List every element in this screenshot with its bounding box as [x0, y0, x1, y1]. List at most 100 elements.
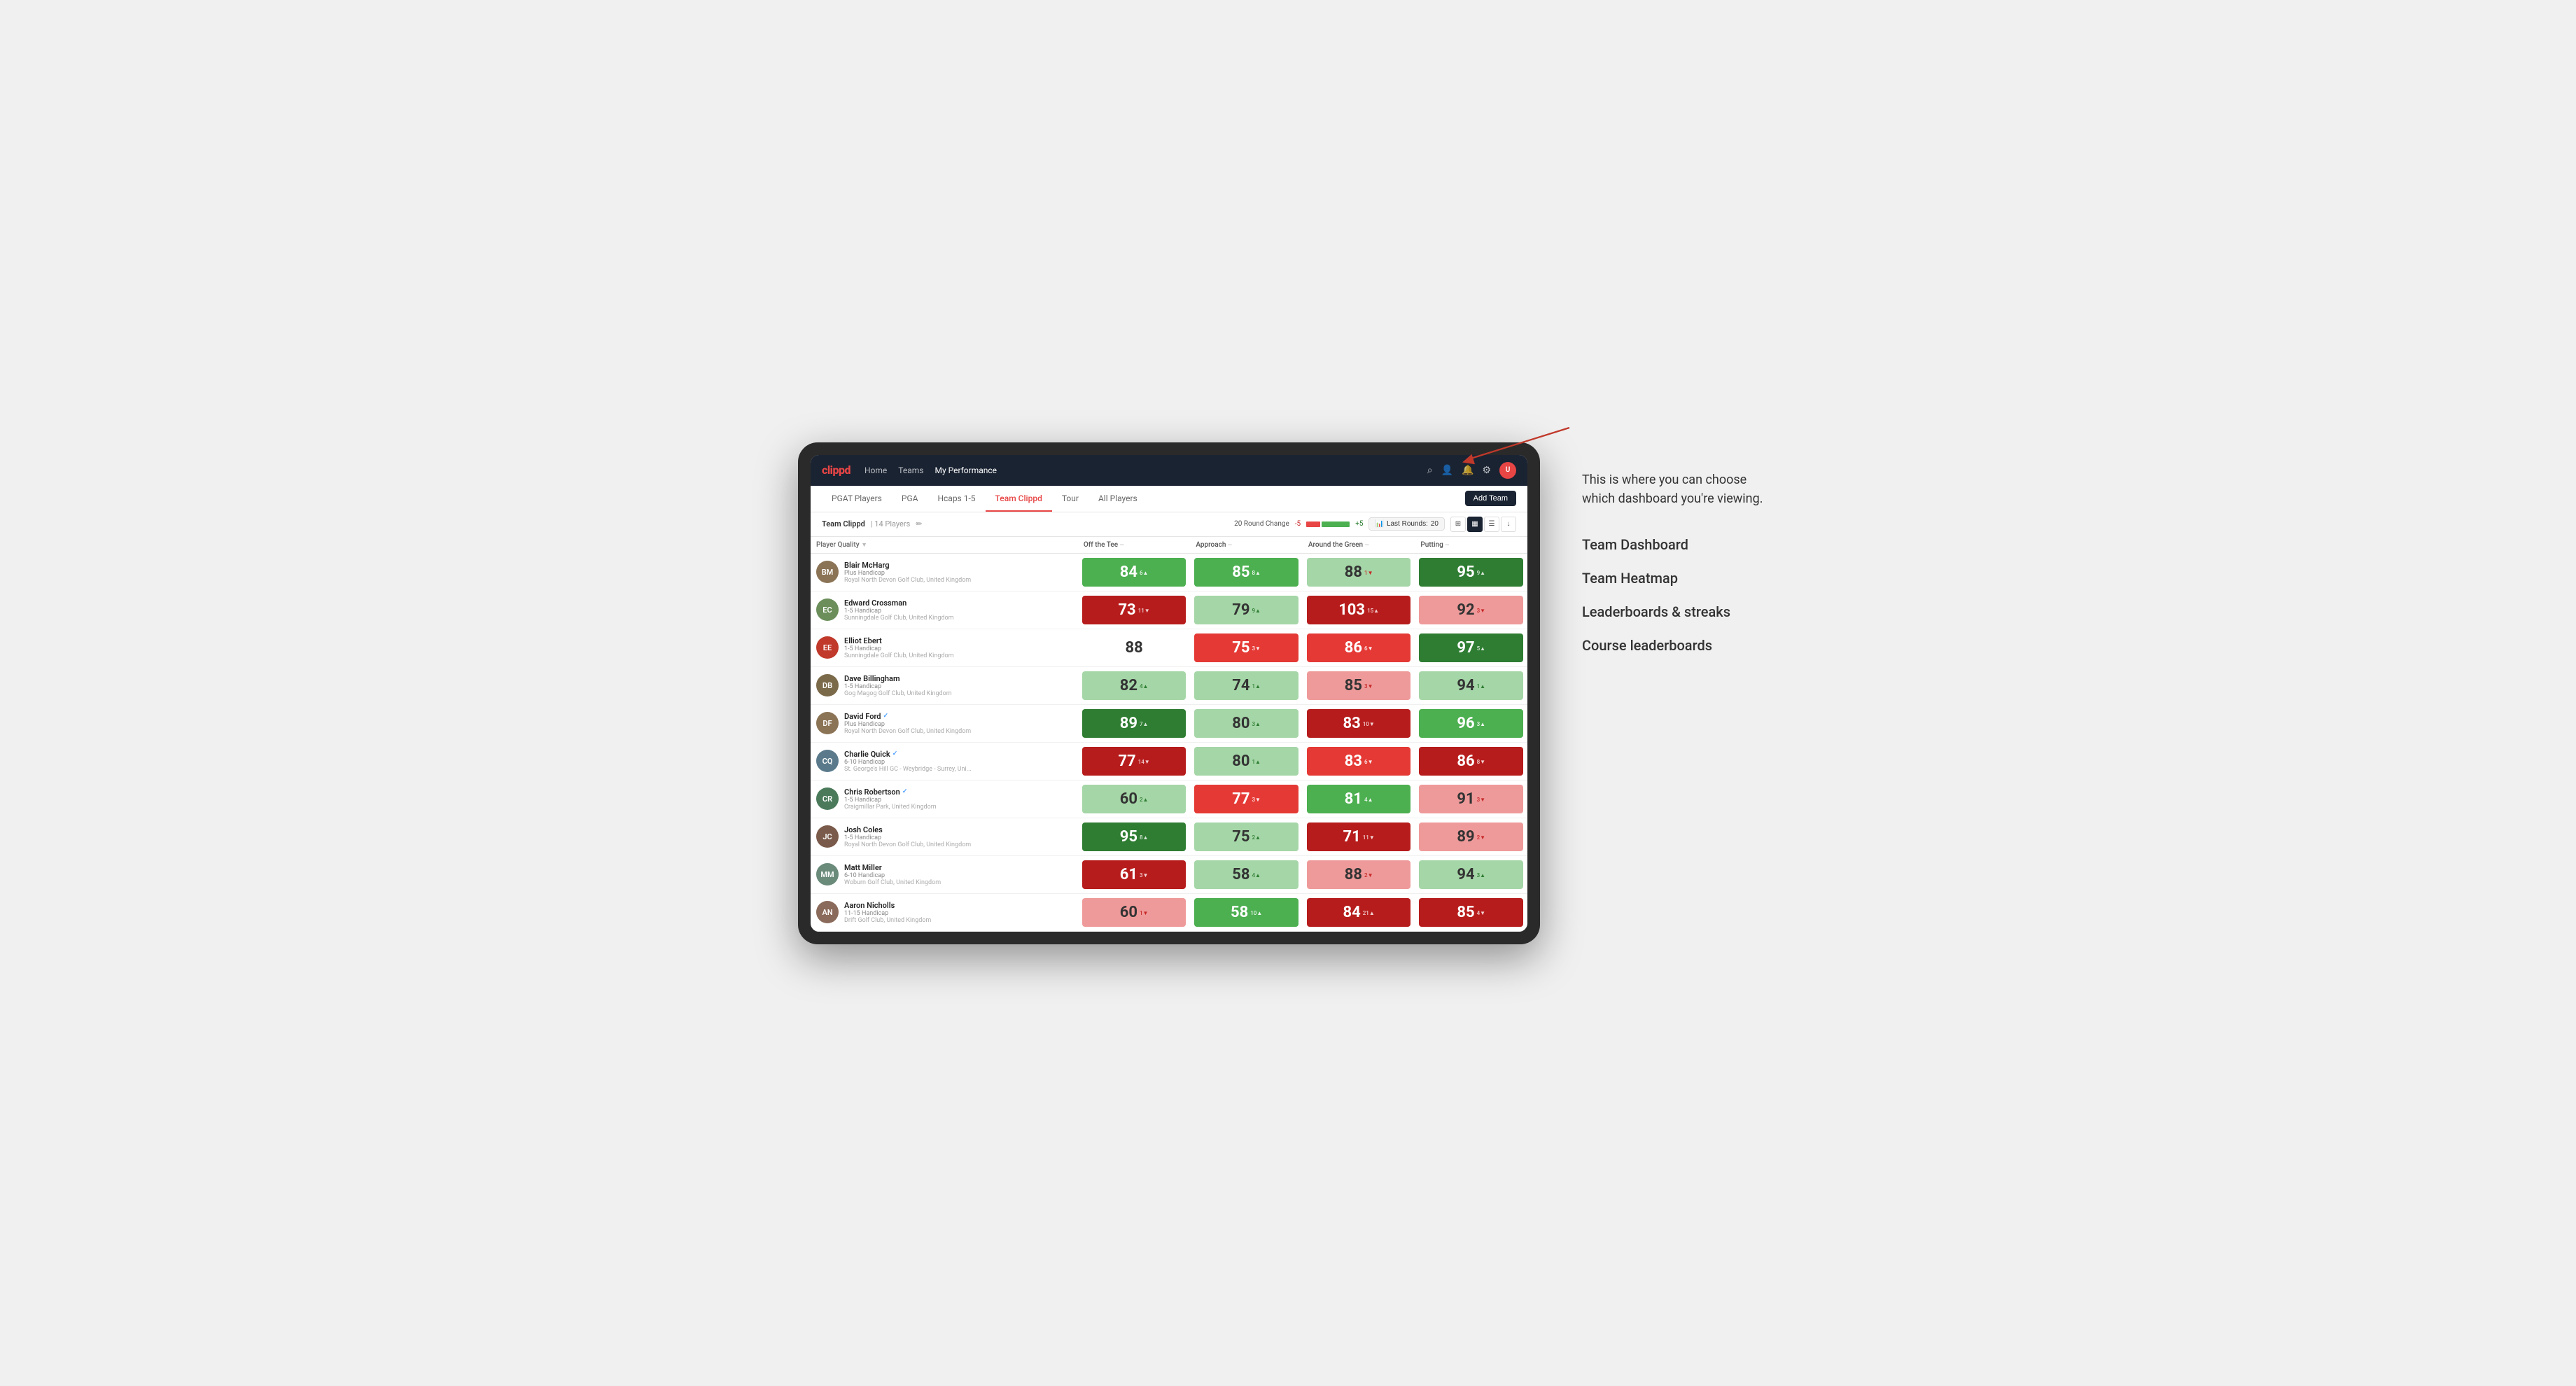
player-handicap: 6-10 Handicap	[844, 759, 972, 766]
player-info-cell[interactable]: CR Chris Robertson ✓ 1-5 Handicap Craigm…	[811, 783, 1078, 815]
score-value: 77	[1118, 752, 1135, 770]
round-change-label: 20 Round Change	[1234, 520, 1289, 528]
search-icon[interactable]: ⌕	[1427, 465, 1433, 476]
score-cell-putting: 96 3▲	[1415, 704, 1527, 742]
navbar-teams[interactable]: Teams	[898, 463, 923, 478]
score-box: 80 1▲	[1194, 747, 1298, 776]
player-info-cell[interactable]: AN Aaron Nicholls 11-15 Handicap Drift G…	[811, 897, 1078, 928]
score-value: 96	[1457, 715, 1474, 732]
view-download-icon[interactable]: ↓	[1501, 517, 1516, 532]
score-cell-approach: 80 3▲	[1190, 704, 1303, 742]
score-cell-putting: 92 3▼	[1415, 591, 1527, 629]
score-box: 58 4▲	[1194, 860, 1298, 889]
score-box: 60 1▼	[1082, 898, 1186, 927]
tab-pgat-players[interactable]: PGAT Players	[822, 486, 892, 512]
score-box: 58 10▲	[1194, 898, 1298, 927]
score-value: 91	[1457, 790, 1474, 808]
player-cell: EE Elliot Ebert 1-5 Handicap Sunningdale…	[811, 629, 1078, 666]
subnav-tabs: PGAT Players PGA Hcaps 1-5 Team Clippd T…	[822, 486, 1465, 511]
tab-hcaps[interactable]: Hcaps 1-5	[927, 486, 985, 512]
score-box: 94 1▲	[1419, 671, 1523, 700]
edit-team-icon[interactable]: ✏	[916, 519, 922, 528]
player-info-cell[interactable]: DF David Ford ✓ Plus Handicap Royal Nort…	[811, 708, 1078, 739]
score-change: 3▼	[1252, 797, 1261, 804]
change-bar	[1306, 522, 1350, 527]
player-avatar: MM	[816, 863, 839, 886]
score-value: 60	[1120, 790, 1138, 808]
add-team-button[interactable]: Add Team	[1465, 491, 1516, 506]
navbar-my-performance[interactable]: My Performance	[934, 463, 997, 478]
player-avatar: EC	[816, 598, 839, 621]
score-value: 83	[1343, 715, 1361, 732]
score-cell-around_green: 84 21▲	[1303, 893, 1415, 931]
view-list-icon[interactable]: ☰	[1484, 517, 1499, 532]
player-info-cell[interactable]: EC Edward Crossman 1-5 Handicap Sunningd…	[811, 594, 1078, 626]
score-value: 85	[1457, 904, 1474, 921]
player-info-cell[interactable]: DB Dave Billingham 1-5 Handicap Gog Mago…	[811, 670, 1078, 701]
score-cell-approach: 74 1▲	[1190, 666, 1303, 704]
score-change: 4▲	[1252, 873, 1261, 879]
view-heatmap-icon[interactable]: ▦	[1467, 517, 1483, 532]
score-change: 1▲	[1477, 684, 1485, 690]
annotation-intro: This is where you can choose which dashb…	[1582, 470, 1778, 508]
score-box: 84 6▲	[1082, 558, 1186, 587]
player-name: Josh Coles	[844, 825, 971, 834]
player-name: Edward Crossman	[844, 598, 953, 608]
score-change: 3▲	[1477, 873, 1485, 879]
tab-all-players[interactable]: All Players	[1088, 486, 1147, 512]
player-handicap: 6-10 Handicap	[844, 872, 941, 879]
score-value: 74	[1232, 677, 1250, 694]
player-info-cell[interactable]: BM Blair McHarg Plus Handicap Royal Nort…	[811, 556, 1078, 588]
col-off-tee: Off the Tee —	[1078, 537, 1191, 554]
score-change: 5▲	[1477, 646, 1485, 652]
score-value: 71	[1343, 828, 1361, 846]
score-cell-off_tee: 88	[1078, 629, 1191, 666]
player-info-cell[interactable]: MM Matt Miller 6-10 Handicap Woburn Golf…	[811, 859, 1078, 890]
player-cell: JC Josh Coles 1-5 Handicap Royal North D…	[811, 818, 1078, 855]
score-box: 75 2▲	[1194, 822, 1298, 851]
last-rounds-button[interactable]: 📊 Last Rounds: 20	[1368, 517, 1445, 531]
user-icon[interactable]: 👤	[1441, 465, 1453, 476]
annotation-panel: This is where you can choose which dashb…	[1582, 442, 1778, 654]
score-change: 7▲	[1140, 722, 1148, 728]
score-cell-off_tee: 60 1▼	[1078, 893, 1191, 931]
score-change: 2▼	[1364, 873, 1373, 879]
tab-team-clippd[interactable]: Team Clippd	[986, 486, 1052, 512]
score-value: 58	[1232, 866, 1250, 883]
score-change: 21▲	[1363, 911, 1375, 917]
score-box: 88 2▼	[1307, 860, 1411, 889]
player-info-cell[interactable]: JC Josh Coles 1-5 Handicap Royal North D…	[811, 821, 1078, 853]
score-box: 77 14▼	[1082, 747, 1186, 776]
score-value: 86	[1457, 752, 1474, 770]
score-cell-approach: 75 3▼	[1190, 629, 1303, 666]
score-change: 1▲	[1252, 760, 1261, 766]
player-info-cell[interactable]: CQ Charlie Quick ✓ 6-10 Handicap St. Geo…	[811, 746, 1078, 777]
app-logo[interactable]: clippd	[822, 463, 850, 477]
player-details: Aaron Nicholls 11-15 Handicap Drift Golf…	[844, 901, 931, 924]
score-cell-approach: 75 2▲	[1190, 818, 1303, 855]
col-putting: Putting —	[1415, 537, 1527, 554]
score-cell-around_green: 88 1▼	[1303, 553, 1415, 591]
score-box: 77 3▼	[1194, 785, 1298, 813]
score-change: 6▼	[1364, 646, 1373, 652]
page-wrapper: clippd Home Teams My Performance ⌕ 👤 🔔 ⚙…	[798, 442, 1778, 944]
player-avatar: CQ	[816, 750, 839, 772]
col-approach: Approach —	[1190, 537, 1303, 554]
score-box: 89 2▼	[1419, 822, 1523, 851]
tab-tour[interactable]: Tour	[1052, 486, 1088, 512]
player-cell: AN Aaron Nicholls 11-15 Handicap Drift G…	[811, 893, 1078, 931]
player-name: Aaron Nicholls	[844, 901, 931, 910]
view-grid-icon[interactable]: ⊞	[1450, 517, 1466, 532]
player-info-cell[interactable]: EE Elliot Ebert 1-5 Handicap Sunningdale…	[811, 632, 1078, 664]
navbar-home[interactable]: Home	[864, 463, 887, 478]
score-box: 79 9▲	[1194, 596, 1298, 624]
player-club: Gog Magog Golf Club, United Kingdom	[844, 690, 952, 697]
score-box: 91 3▼	[1419, 785, 1523, 813]
score-value: 84	[1120, 564, 1138, 581]
tab-pga[interactable]: PGA	[892, 486, 928, 512]
score-value: 60	[1120, 904, 1138, 921]
score-change: 1▼	[1364, 570, 1373, 577]
score-cell-off_tee: 61 3▼	[1078, 855, 1191, 893]
player-name: Elliot Ebert	[844, 636, 953, 645]
player-handicap: Plus Handicap	[844, 570, 971, 577]
